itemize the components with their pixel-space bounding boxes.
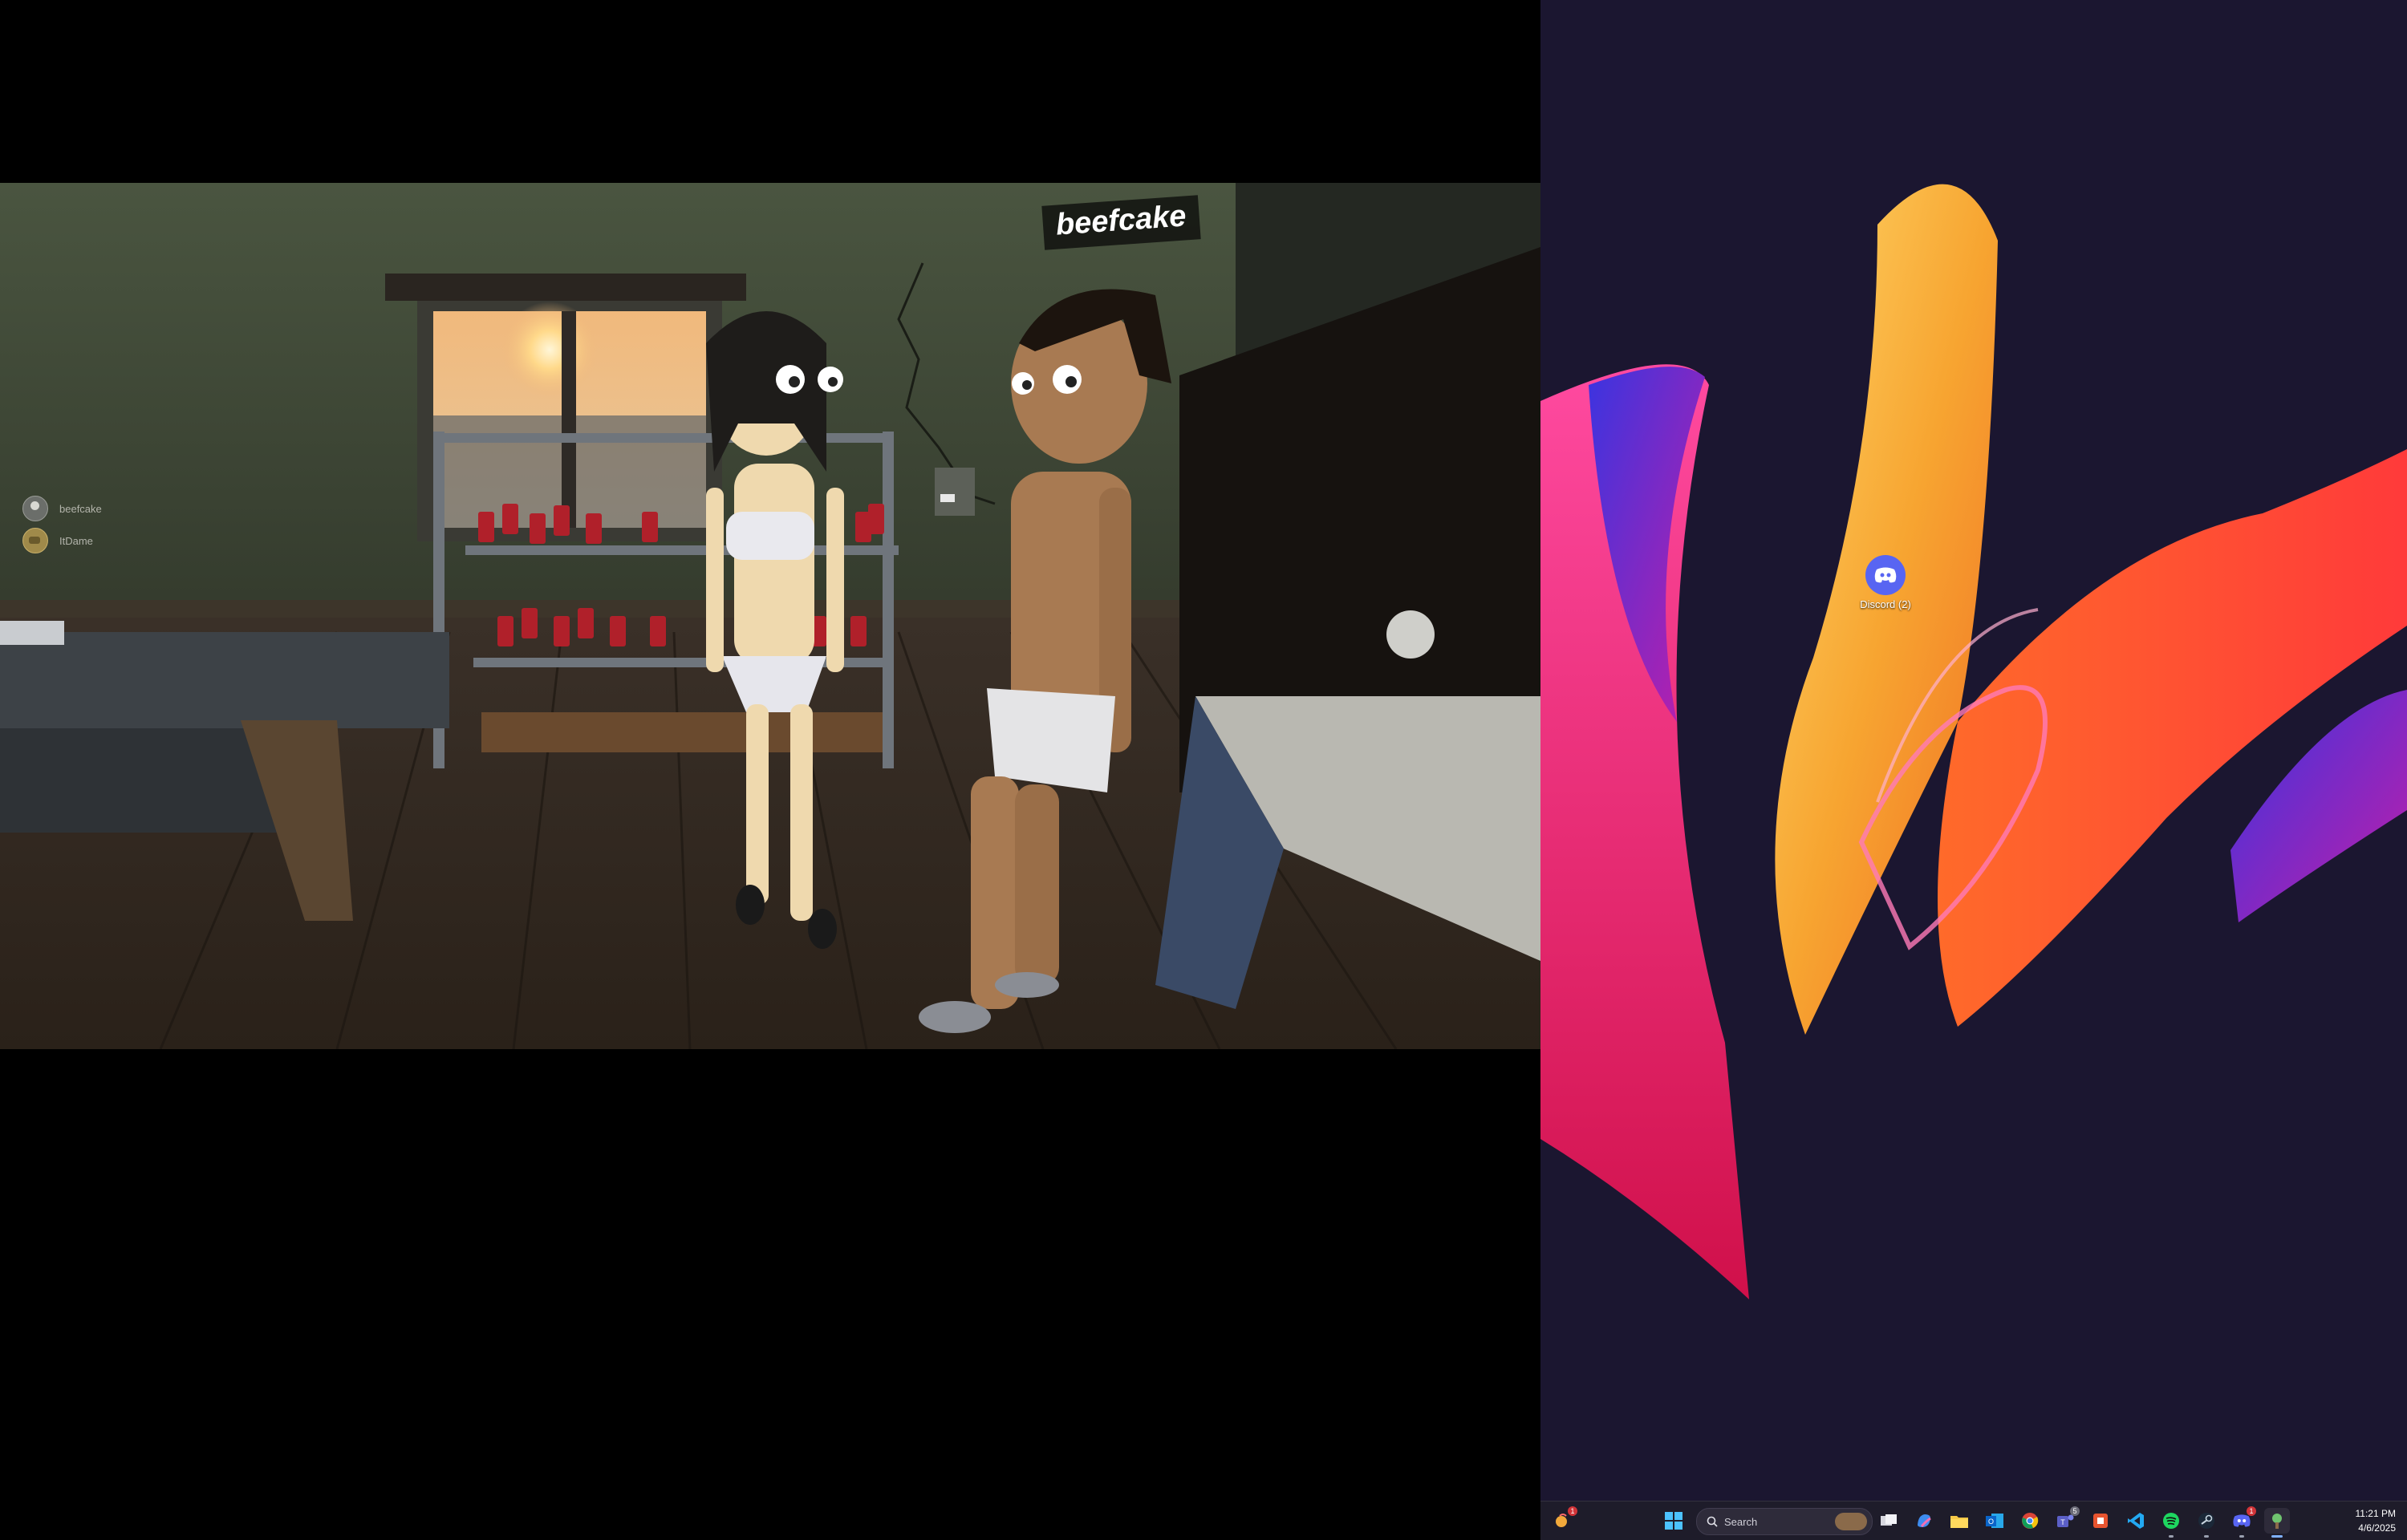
- taskbar-search[interactable]: Search: [1696, 1508, 1873, 1535]
- search-placeholder: Search: [1724, 1515, 1758, 1528]
- weather-widget[interactable]: 1: [1550, 1506, 1577, 1534]
- desktop-shortcut-label: Discord (2): [1860, 598, 1911, 610]
- game-viewport[interactable]: beefcake beefcake ItDame: [0, 183, 1540, 1049]
- taskbar-task-view[interactable]: [1876, 1508, 1902, 1534]
- taskbar-steam[interactable]: [2194, 1508, 2219, 1538]
- player-avatar: [22, 496, 48, 521]
- taskbar-copilot[interactable]: [1911, 1508, 1937, 1534]
- notification-badge: 1: [2247, 1506, 2256, 1516]
- taskbar-discord[interactable]: 1: [2229, 1506, 2256, 1538]
- taskbar: 1 Search O T 5 1 11:21 PM 4/6/2025: [1540, 1501, 2407, 1540]
- start-button[interactable]: [1661, 1508, 1687, 1534]
- search-highlight-image: [1835, 1513, 1867, 1530]
- desktop[interactable]: Discord (2) 1 Search O T 5 1 11:21 PM 4/…: [1540, 0, 2407, 1540]
- game-scene: [0, 183, 1540, 1049]
- copilot-icon: [1918, 1514, 1931, 1527]
- taskbar-office[interactable]: [2088, 1508, 2113, 1534]
- outlook-icon: O: [1986, 1514, 2003, 1528]
- running-indicator: [2169, 1535, 2174, 1538]
- discord-icon: [2233, 1514, 2251, 1527]
- chrome-icon: [2022, 1513, 2039, 1529]
- notification-badge: 1: [1568, 1506, 1577, 1516]
- taskbar-game[interactable]: [2264, 1508, 2290, 1538]
- running-indicator: [2239, 1535, 2244, 1538]
- player-row: beefcake: [22, 492, 102, 525]
- taskbar-vscode[interactable]: [2123, 1508, 2149, 1534]
- steam-icon: [2198, 1513, 2214, 1529]
- voice-player-list: beefcake ItDame: [22, 492, 102, 557]
- wallpaper: [1540, 184, 2407, 1300]
- svg-text:T: T: [2060, 1518, 2065, 1526]
- spotify-icon: [2163, 1513, 2179, 1529]
- player-avatar: [22, 528, 48, 553]
- clock-time: 11:21 PM: [2355, 1508, 2396, 1519]
- player-row: ItDame: [22, 525, 102, 557]
- discord-icon: [1865, 555, 1906, 595]
- notification-badge: 5: [2070, 1506, 2080, 1516]
- search-icon: [1707, 1516, 1718, 1527]
- taskbar-outlook[interactable]: O: [1982, 1508, 2007, 1534]
- player-name: ItDame: [59, 534, 93, 547]
- taskbar-file-explorer[interactable]: [1946, 1508, 1972, 1534]
- file-explorer-icon: [1950, 1516, 1968, 1528]
- player-name: beefcake: [59, 502, 102, 515]
- desktop-shortcut-discord[interactable]: Discord (2): [1845, 555, 1926, 610]
- office-icon: [2093, 1514, 2108, 1528]
- vscode-icon: [2128, 1513, 2144, 1529]
- taskbar-chrome[interactable]: [2017, 1508, 2043, 1534]
- start-icon: [1665, 1512, 1682, 1530]
- game-icon: [2272, 1514, 2282, 1529]
- taskbar-teams[interactable]: T 5: [2052, 1506, 2080, 1534]
- svg-text:O: O: [1988, 1518, 1994, 1526]
- task-view-icon: [1881, 1514, 1897, 1526]
- running-indicator: [2271, 1535, 2283, 1538]
- taskbar-clock[interactable]: 11:21 PM 4/6/2025: [2356, 1506, 2396, 1535]
- clock-date: 4/6/2025: [2358, 1522, 2396, 1534]
- running-indicator: [2204, 1535, 2209, 1538]
- taskbar-spotify[interactable]: [2158, 1508, 2184, 1538]
